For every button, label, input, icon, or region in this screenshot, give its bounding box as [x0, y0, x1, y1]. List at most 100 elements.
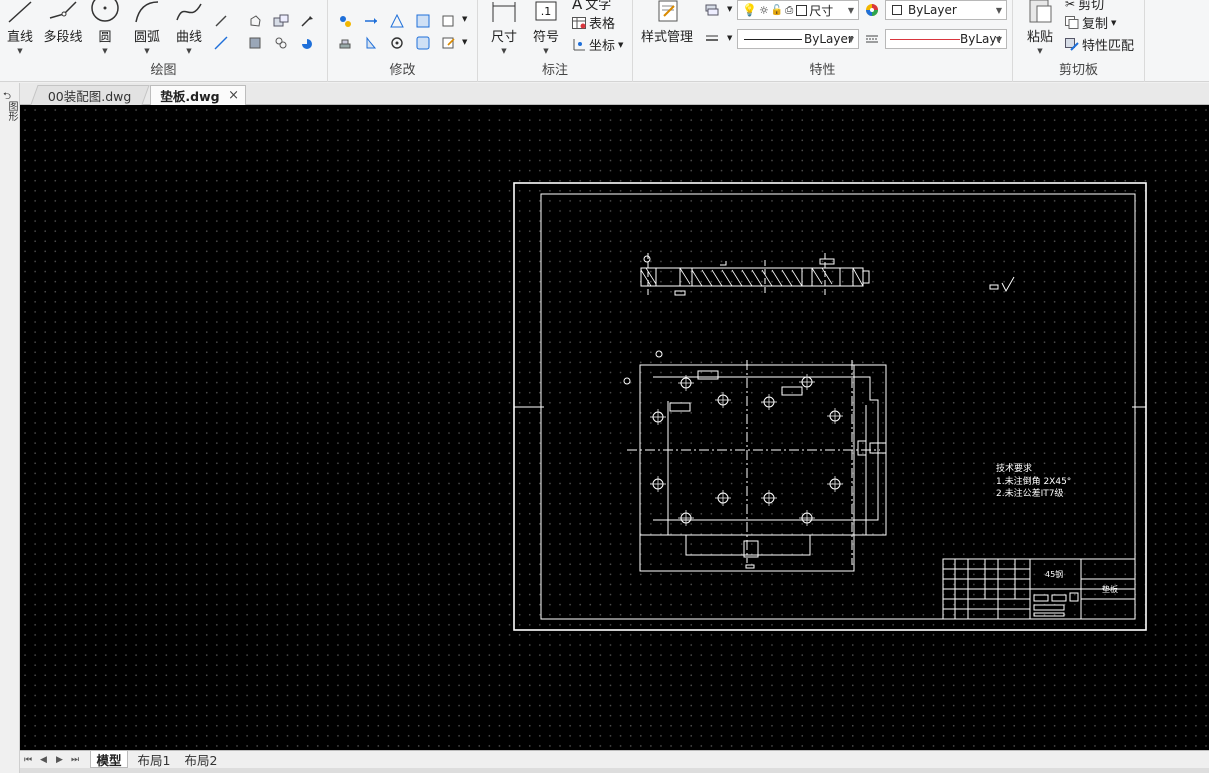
edit-icon[interactable]	[440, 34, 458, 52]
scissors-icon: ✂	[1065, 0, 1076, 11]
horizontal-scrollbar[interactable]	[20, 768, 1209, 773]
prev-tab-button[interactable]: ◀	[40, 755, 47, 765]
copy-button[interactable]: 复制 ▼	[1065, 13, 1116, 32]
rotate-icon[interactable]	[388, 34, 406, 52]
tab-layout2-label: 布局2	[184, 753, 218, 768]
line-icon	[8, 1, 32, 23]
document-tabs: 00装配图.dwg 垫板.dwg ×	[20, 83, 1209, 105]
tech-req-title: 技术要求	[996, 462, 1032, 474]
chevron-down-icon[interactable]: ▼	[462, 15, 467, 23]
coord-button[interactable]: 坐标 ▼	[572, 35, 623, 54]
panel-modify: ▼ ▼ 修改	[328, 0, 478, 82]
chevron-down-icon[interactable]: ▼	[144, 47, 149, 55]
ribbon: 直线 ▼ 多段线 圆 ▼ 圆弧 ▼ 曲线 ▼ 绘图 ▼ ▼ 修改 尺寸 ▼ .1…	[0, 0, 1209, 82]
ray-icon[interactable]	[212, 12, 230, 30]
style-manager-label: 样式管理	[640, 30, 693, 45]
last-tab-button[interactable]: ⏭	[71, 755, 79, 765]
tech-req-1: 1.未注倒角 2X45°	[996, 475, 1071, 487]
xline-icon[interactable]	[212, 34, 230, 52]
block-icon[interactable]	[272, 12, 290, 30]
chevron-down-icon[interactable]: ▼	[727, 34, 732, 42]
chevron-down-icon[interactable]: ▼	[1037, 47, 1042, 55]
chevron-down-icon[interactable]: ▼	[186, 47, 191, 55]
linetype-sample	[744, 39, 802, 40]
dimension-tool[interactable]: 尺寸 ▼	[488, 0, 520, 55]
text-button[interactable]: A 文字	[572, 0, 611, 13]
linetype-dropdown[interactable]: ByLayer ▼	[737, 29, 859, 49]
boundary-icon[interactable]	[272, 34, 290, 52]
tab-assembly-label: 00装配图.dwg	[48, 89, 132, 104]
wipeout-icon[interactable]	[298, 34, 316, 52]
paste-tool[interactable]: 粘贴 ▼	[1023, 0, 1057, 55]
tab-plate-label: 垫板.dwg	[160, 89, 220, 104]
linetype-scale-icon[interactable]	[863, 30, 881, 48]
chevron-down-icon[interactable]: ▼	[618, 41, 623, 49]
region-icon[interactable]	[246, 12, 264, 30]
layer-dropdown[interactable]: 💡 ☼ 🔓 ⎙ 尺寸 ▼	[737, 0, 859, 20]
spline-tool[interactable]: 曲线 ▼	[172, 0, 206, 55]
printer-icon: ⎙	[785, 4, 794, 16]
lightbulb-icon: 💡	[742, 3, 757, 17]
table-button[interactable]: 表格	[572, 13, 615, 32]
tab-layout2[interactable]: 布局2	[180, 751, 222, 768]
line-tool[interactable]: 直线 ▼	[4, 0, 36, 55]
polyline-tool[interactable]: 多段线	[42, 0, 84, 45]
sheet-inner-border	[540, 193, 1136, 620]
chevron-down-icon[interactable]: ▼	[543, 47, 548, 55]
style-manager-tool[interactable]: 样式管理	[639, 0, 695, 45]
lineweight-dropdown[interactable]: ByLayer ▼	[885, 29, 1007, 49]
copy-label: 复制	[1082, 17, 1109, 32]
cut-button[interactable]: ✂ 剪切	[1065, 0, 1104, 13]
chevron-down-icon[interactable]: ▼	[501, 47, 506, 55]
material-text: 45钢	[1045, 569, 1063, 579]
circle-tool[interactable]: 圆 ▼	[90, 0, 120, 55]
panel-title-properties: 特性	[809, 63, 836, 78]
part-name-text: 垫板	[1102, 584, 1118, 594]
arc-tool[interactable]: 圆弧 ▼	[130, 0, 164, 55]
tab-layout1-label: 布局1	[137, 753, 171, 768]
layer-props-icon[interactable]	[703, 1, 721, 19]
lineweight-icon[interactable]	[703, 30, 721, 48]
tab-plate[interactable]: 垫板.dwg ×	[150, 85, 246, 105]
color-wheel-icon[interactable]	[863, 1, 881, 19]
text-icon: A	[572, 0, 583, 13]
mirror-icon[interactable]	[362, 12, 380, 30]
color-dropdown[interactable]: ByLayer ▼	[885, 0, 1007, 20]
match-props-button[interactable]: 特性匹配	[1065, 35, 1134, 54]
lineweight-sample	[890, 39, 960, 40]
panel-draw: 直线 ▼ 多段线 圆 ▼ 圆弧 ▼ 曲线 ▼ 绘图	[0, 0, 328, 82]
offset-icon[interactable]	[414, 34, 432, 52]
hatch-icon[interactable]	[246, 34, 264, 52]
trim-icon[interactable]	[336, 34, 354, 52]
chevron-down-icon[interactable]: ▼	[462, 38, 467, 46]
close-icon[interactable]: ×	[228, 88, 239, 103]
chevron-down-icon[interactable]: ▼	[17, 47, 22, 55]
tech-req-2: 2.未注公差IT7级	[996, 487, 1063, 499]
left-strip-label[interactable]: 图形	[4, 101, 17, 121]
array-icon[interactable]	[388, 12, 406, 30]
chevron-down-icon[interactable]: ▼	[1111, 19, 1116, 27]
tab-layout1[interactable]: 布局1	[133, 751, 175, 768]
copy-object-icon[interactable]	[336, 12, 354, 30]
polyline-icon	[49, 1, 77, 19]
symbol-label: 符号	[532, 30, 559, 45]
first-tab-button[interactable]: ⏮	[24, 755, 32, 765]
point-icon[interactable]	[298, 12, 316, 30]
plan-view	[623, 350, 887, 572]
stretch-icon[interactable]	[440, 12, 458, 30]
tab-model[interactable]: 模型	[90, 751, 128, 768]
chevron-down-icon[interactable]: ▼	[102, 47, 107, 55]
coord-icon	[573, 38, 585, 50]
lineweight-value: ByLayer	[960, 32, 1000, 46]
symbol-tool[interactable]: .1 符号 ▼	[530, 0, 562, 55]
scale-icon[interactable]	[414, 12, 432, 30]
tab-model-label: 模型	[96, 752, 122, 768]
drawing-canvas[interactable]: 技术要求 1.未注倒角 2X45° 2.未注公差IT7级 45钢 垫板	[20, 105, 1209, 750]
match-props-icon	[1065, 38, 1079, 51]
next-tab-button[interactable]: ▶	[56, 755, 63, 765]
extend-icon[interactable]	[362, 34, 380, 52]
tab-assembly[interactable]: 00装配图.dwg	[30, 85, 150, 105]
chevron-down-icon[interactable]: ▼	[727, 5, 732, 13]
text-label: 文字	[585, 0, 612, 13]
color-value: ByLayer	[908, 3, 957, 17]
